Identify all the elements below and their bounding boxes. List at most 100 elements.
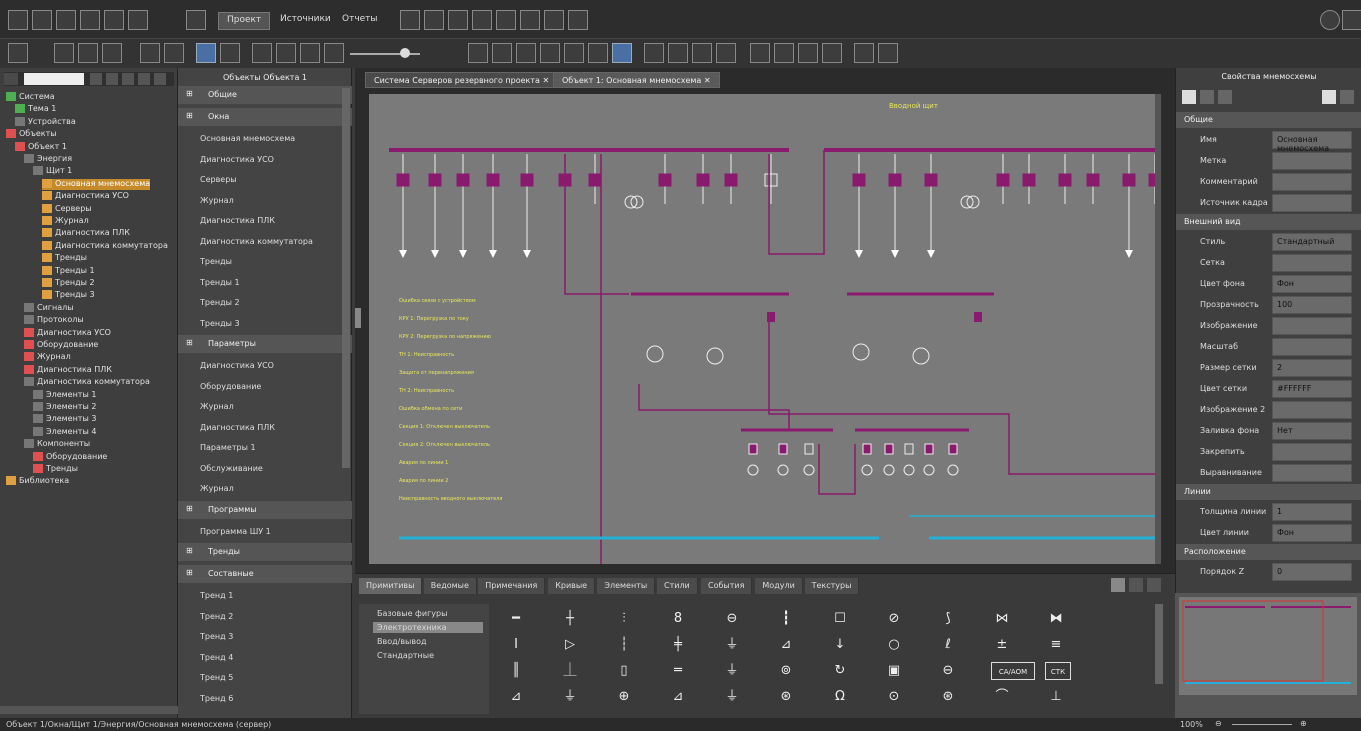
tree-item[interactable]: Журнал <box>42 216 89 227</box>
property-value[interactable]: #FFFFFF <box>1272 380 1352 398</box>
property-value[interactable] <box>1272 173 1352 191</box>
print-icon[interactable] <box>80 10 100 30</box>
breaker-icon[interactable] <box>924 173 938 187</box>
object-item[interactable]: Основная мнемосхема <box>200 134 295 143</box>
palette-symbol[interactable]: ▷ <box>559 636 581 654</box>
insert-col-icon[interactable] <box>448 10 468 30</box>
palette-symbol[interactable]: ℓ <box>937 636 959 654</box>
align-center-icon[interactable] <box>492 43 512 63</box>
palette-symbol[interactable]: ⊛ <box>775 688 797 706</box>
breaker-icon[interactable] <box>1058 173 1072 187</box>
zoom-in-icon[interactable]: ⊕ <box>1300 719 1307 728</box>
tree-item[interactable]: Основная мнемосхема <box>42 178 151 190</box>
tree-item[interactable]: Тренды 3 <box>42 290 95 301</box>
object-item[interactable]: Диагностика УСО <box>200 155 274 164</box>
tree-item[interactable]: Тренды 2 <box>42 278 95 289</box>
align-left-icon[interactable] <box>468 43 488 63</box>
expand-icon[interactable]: ⊞ <box>186 504 193 513</box>
palette-symbol[interactable]: I <box>505 636 527 654</box>
palette-symbol[interactable]: ↓ <box>829 636 851 654</box>
object-item[interactable]: Диагностика коммутатора <box>200 237 313 246</box>
zoom-bar[interactable] <box>1232 724 1292 725</box>
palette-symbol[interactable]: ☐ <box>829 610 851 628</box>
fit-page-icon[interactable] <box>612 43 632 63</box>
tree-item[interactable]: Тренды <box>33 464 78 475</box>
property-value[interactable] <box>1272 152 1352 170</box>
palette-tab[interactable]: Примечания <box>478 578 546 594</box>
remove-icon[interactable] <box>106 73 118 85</box>
send-back-icon[interactable] <box>668 43 688 63</box>
palette-group[interactable]: Стандартные <box>373 650 438 661</box>
palette-tab[interactable]: Стили <box>657 578 698 594</box>
tab-servers[interactable]: Система Серверов резервного проекта ✕ <box>365 72 559 88</box>
breaker-icon[interactable] <box>696 173 710 187</box>
palette-symbol[interactable]: ▯ <box>613 662 635 680</box>
palette-symbol[interactable]: ⊘ <box>883 610 905 628</box>
motor-icon[interactable] <box>803 464 815 476</box>
view-grid-icon[interactable] <box>1147 578 1161 592</box>
tree-item[interactable]: Тренды <box>42 253 87 264</box>
tree-item[interactable]: Элементы 4 <box>33 426 96 438</box>
sort-icon[interactable] <box>1200 90 1214 104</box>
tree-item[interactable]: Журнал <box>24 352 71 363</box>
breaker-icon[interactable] <box>486 173 500 187</box>
palette-symbol[interactable]: ▣ <box>883 662 905 680</box>
breaker-icon[interactable] <box>862 443 872 455</box>
copy-icon[interactable] <box>8 43 28 63</box>
property-section-header[interactable]: Линии <box>1176 484 1361 500</box>
expand-icon[interactable]: ⊞ <box>186 568 193 577</box>
insert-row-icon[interactable] <box>424 10 444 30</box>
breaker-icon[interactable] <box>904 443 914 455</box>
snap-icon[interactable] <box>276 43 296 63</box>
property-value[interactable]: 100 <box>1272 296 1352 314</box>
palette-symbol[interactable]: ⏚ <box>721 688 743 706</box>
tree-item[interactable]: Диагностика УСО <box>42 191 129 202</box>
palette-symbol[interactable]: ═ <box>667 662 689 680</box>
cut-icon[interactable] <box>78 43 98 63</box>
object-section-header[interactable]: ⊞ Программы <box>178 500 352 519</box>
view-list-icon[interactable] <box>1129 578 1143 592</box>
expand-icon[interactable]: ⊞ <box>186 338 193 347</box>
breaker-icon[interactable] <box>588 173 602 187</box>
palette-symbol[interactable]: ± <box>991 636 1013 654</box>
filter-icon[interactable] <box>4 73 18 85</box>
breaker-icon[interactable] <box>520 173 534 187</box>
diagram-canvas[interactable]: Вводной щит Ошибка связи с устройством К… <box>369 94 1161 564</box>
align-icon[interactable] <box>544 10 564 30</box>
tree-item[interactable]: Щит 1 <box>33 166 72 177</box>
tree-item[interactable]: Объекты <box>6 129 57 140</box>
tree-item[interactable]: Энергия <box>24 154 72 165</box>
property-value[interactable]: 2 <box>1272 359 1352 377</box>
labeled-symbol[interactable]: СА/АОМ <box>991 662 1035 680</box>
tree-item[interactable]: Элементы 3 <box>33 414 96 425</box>
breaker-icon[interactable] <box>1122 173 1136 187</box>
redo-icon[interactable] <box>128 10 148 30</box>
breaker-icon[interactable] <box>948 443 958 455</box>
palette-symbol[interactable]: ⊿ <box>775 636 797 654</box>
breaker-icon[interactable] <box>767 312 775 322</box>
property-value[interactable] <box>1272 317 1352 335</box>
palette-symbol[interactable]: ⌒ <box>991 688 1013 706</box>
palette-tab[interactable]: Кривые <box>548 578 596 594</box>
edit-icon[interactable] <box>122 73 134 85</box>
align-top-icon[interactable] <box>540 43 560 63</box>
object-item[interactable]: Тренд 6 <box>200 694 233 703</box>
palette-symbol[interactable]: ⏚ <box>721 662 743 680</box>
object-section-header[interactable]: ⊞ Общие <box>178 86 352 104</box>
palette-symbol[interactable]: ⊛ <box>937 688 959 706</box>
new-file-icon[interactable] <box>8 10 28 30</box>
property-value[interactable]: Основная мнемосхема <box>1272 131 1352 153</box>
undo-icon[interactable] <box>104 10 124 30</box>
breaker-icon[interactable] <box>396 173 410 187</box>
object-item[interactable]: Журнал <box>200 484 234 493</box>
property-value[interactable] <box>1272 254 1352 272</box>
grid-icon[interactable] <box>472 10 492 30</box>
tree-item[interactable]: Элементы 2 <box>33 402 96 413</box>
ribbon-tab-reports[interactable]: Отчеты <box>334 12 386 30</box>
object-item[interactable]: Тренды 1 <box>200 278 240 287</box>
breaker-icon[interactable] <box>1086 173 1100 187</box>
expand-icon[interactable]: ⊞ <box>186 89 193 98</box>
property-value[interactable]: Стандартный <box>1272 233 1352 251</box>
property-value[interactable]: 0 <box>1272 563 1352 581</box>
open-icon[interactable] <box>56 10 76 30</box>
